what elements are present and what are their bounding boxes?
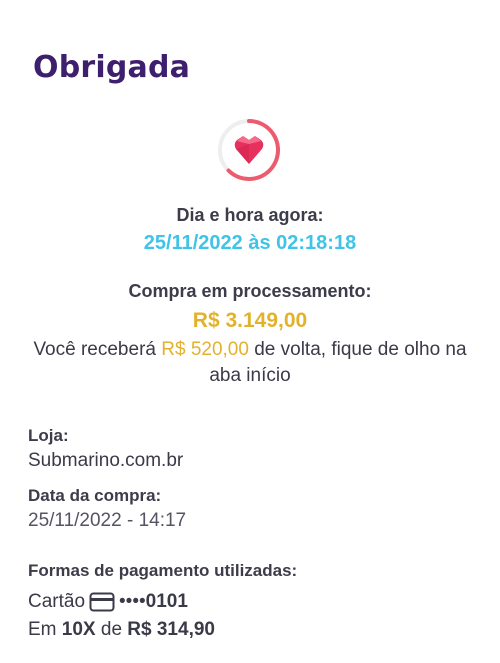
payment-method: Cartão: [28, 591, 86, 612]
store-label: Loja:: [28, 426, 69, 445]
purchase-section: Compra em processamento: R$ 3.149,00 Voc…: [0, 281, 500, 389]
heart-gem-icon: [218, 119, 280, 181]
purchase-date-label: Data da compra:: [28, 486, 162, 505]
card-masked-digits: ••••: [119, 591, 146, 612]
datetime-label: Dia e hora agora:: [176, 205, 324, 225]
installments-count: 10X: [61, 619, 96, 640]
card-last4: 0101: [145, 591, 188, 612]
payment-card-line: Cartão •••• 0101: [28, 589, 297, 615]
installments-middle: de: [100, 619, 123, 640]
credit-card-icon: [89, 592, 115, 612]
installments-line: Em 10X de R$ 314,90: [28, 617, 297, 643]
datetime-value: 25/11/2022 às 02:18:18: [143, 232, 357, 254]
cashback-amount: R$ 520,00: [161, 339, 249, 360]
cashback-prefix: Você receberá: [33, 339, 162, 360]
purchase-status-label: Compra em processamento:: [128, 281, 372, 301]
payment-field: Formas de pagamento utilizadas: Cartão •…: [28, 561, 297, 643]
payment-label: Formas de pagamento utilizadas:: [28, 561, 298, 580]
installments-value: R$ 314,90: [127, 619, 215, 640]
cashback-message: Você receberá R$ 520,00 de volta, fique …: [0, 337, 500, 389]
purchase-date-field: Data da compra: 25/11/2022 - 14:17: [28, 486, 186, 532]
purchase-date-value: 25/11/2022 - 14:17: [28, 510, 187, 531]
page-title: Obrigada: [33, 50, 191, 85]
store-value: Submarino.com.br: [28, 450, 184, 471]
store-field: Loja: Submarino.com.br: [28, 426, 183, 472]
purchase-confirmation-screen: Obrigada Dia e hora agora: 25/11/2022 às…: [0, 0, 500, 663]
installments-prefix: Em: [28, 619, 57, 640]
purchase-amount: R$ 3.149,00: [192, 309, 308, 332]
datetime-section: Dia e hora agora: 25/11/2022 às 02:18:18: [0, 205, 500, 255]
